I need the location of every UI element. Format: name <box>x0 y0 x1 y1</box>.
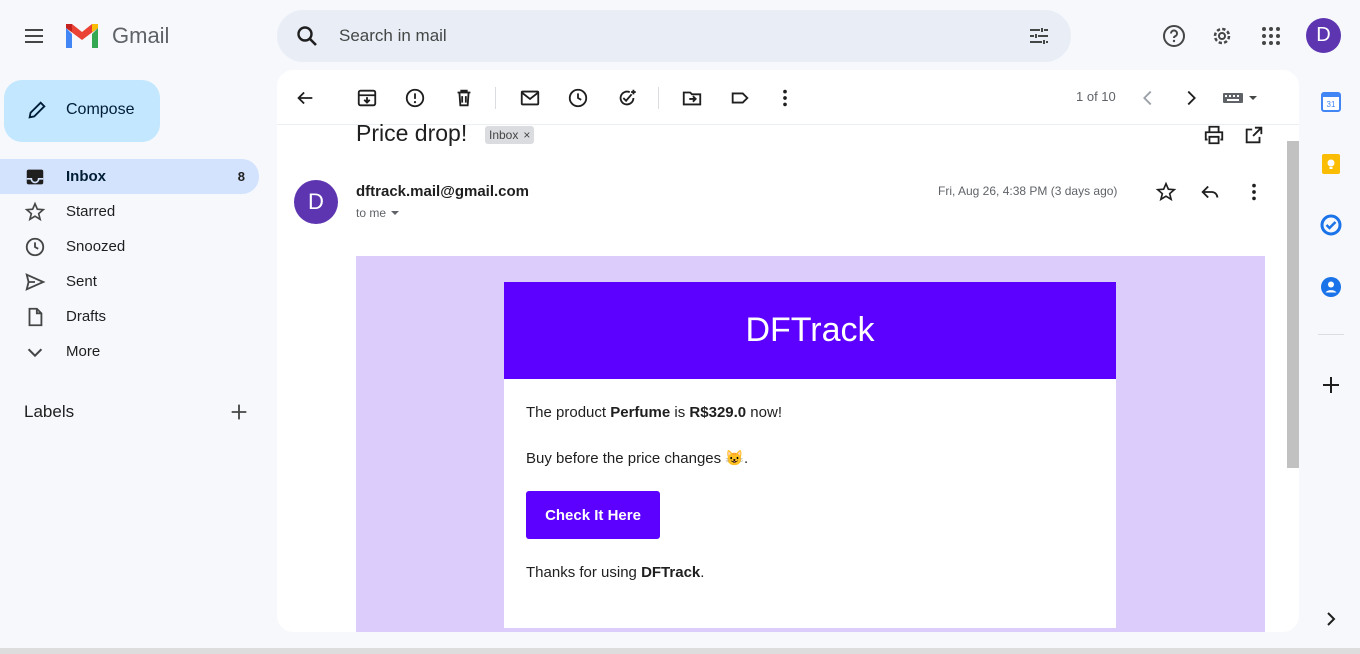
keep-icon[interactable] <box>1320 153 1342 175</box>
back-arrow-icon[interactable] <box>294 87 316 109</box>
sidebar-item-drafts[interactable]: Drafts <box>0 299 259 334</box>
input-tools-keyboard-icon[interactable] <box>1221 87 1261 109</box>
archive-icon[interactable] <box>356 87 378 109</box>
reply-icon[interactable] <box>1199 181 1221 203</box>
check-it-here-button[interactable]: Check It Here <box>526 491 660 539</box>
sidebar-nav: Inbox 8 Starred Snoozed Sent Drafts More <box>0 159 259 369</box>
contacts-icon[interactable] <box>1320 276 1342 298</box>
sender-avatar[interactable]: D <box>294 180 338 224</box>
toolbar-divider <box>495 87 496 109</box>
app-name: Gmail <box>112 23 170 48</box>
hamburger-icon <box>25 29 43 43</box>
search-options-icon[interactable] <box>1027 24 1051 48</box>
sidebar-item-inbox[interactable]: Inbox 8 <box>0 159 259 194</box>
message-toolbar: 1 of 10 <box>277 70 1299 125</box>
message-view: 1 of 10 Price drop! Inbox × D dftrack.ma… <box>277 70 1299 632</box>
compose-button[interactable]: Compose <box>4 80 160 142</box>
thanks-brand: DFTrack <box>641 564 701 581</box>
apps-grid-icon[interactable] <box>1259 24 1283 48</box>
open-new-window-icon[interactable] <box>1243 124 1265 146</box>
snooze-clock-icon[interactable] <box>567 87 589 109</box>
sidebar-item-label: Sent <box>66 273 97 290</box>
sidebar-item-label: More <box>66 343 101 360</box>
message-more-vert-icon[interactable] <box>1243 181 1265 203</box>
svg-text:31: 31 <box>1327 100 1336 109</box>
add-label-icon[interactable] <box>228 401 250 423</box>
sidebar-item-sent[interactable]: Sent <box>0 264 259 299</box>
remove-label-icon[interactable]: × <box>523 128 530 142</box>
gmail-m-icon <box>66 24 98 48</box>
pagination-text: 1 of 10 <box>1076 89 1116 104</box>
draft-icon <box>28 307 43 326</box>
print-icon[interactable] <box>1203 124 1225 146</box>
recipient-details[interactable]: to me <box>356 206 400 220</box>
sidebar-item-snoozed[interactable]: Snoozed <box>0 229 259 264</box>
message-subject: Price drop! <box>356 120 468 146</box>
pencil-icon <box>28 101 46 119</box>
labels-heading: Labels <box>24 402 75 421</box>
add-task-icon[interactable] <box>616 87 638 109</box>
move-to-icon[interactable] <box>681 87 703 109</box>
cat-emoji-icon: 😺 <box>725 450 744 467</box>
mark-unread-icon[interactable] <box>519 87 541 109</box>
sidebar-item-label: Snoozed <box>66 238 126 255</box>
bottom-edge <box>0 648 1360 654</box>
inbox-label-chip: Inbox × <box>485 126 535 144</box>
message-date: Fri, Aug 26, 4:38 PM (3 days ago) <box>938 184 1118 198</box>
label-chip-text: Inbox <box>489 128 519 142</box>
label-tag-icon[interactable] <box>729 87 751 109</box>
clock-icon <box>25 237 45 256</box>
older-chevron-right-icon[interactable] <box>1180 87 1202 109</box>
settings-gear-icon[interactable] <box>1210 24 1234 48</box>
main-menu-button[interactable] <box>22 24 46 48</box>
more-vert-icon[interactable] <box>774 87 796 109</box>
search-input[interactable]: Search in mail <box>339 26 447 46</box>
urgency-message: Buy before the price changes 😺. <box>526 450 749 467</box>
caret-down-icon <box>391 211 400 215</box>
compose-label: Compose <box>66 101 135 118</box>
unread-count: 8 <box>237 169 245 184</box>
calendar-icon[interactable]: 31 <box>1320 91 1342 113</box>
sender-email[interactable]: dftrack.mail@gmail.com <box>356 183 529 200</box>
newer-chevron-left-icon[interactable] <box>1137 87 1159 109</box>
side-panel-divider <box>1318 334 1344 335</box>
search-icon[interactable] <box>295 24 319 48</box>
show-side-panel-chevron-icon[interactable] <box>1320 608 1342 630</box>
account-avatar[interactable]: D <box>1306 18 1341 53</box>
thanks-message: Thanks for using DFTrack. <box>526 564 705 581</box>
star-icon[interactable] <box>1155 181 1177 203</box>
report-spam-icon[interactable] <box>404 87 426 109</box>
search-bar[interactable]: Search in mail <box>277 10 1071 62</box>
product-price: R$329.0 <box>689 404 747 421</box>
sidebar-item-more[interactable]: More <box>0 334 259 369</box>
sidebar-item-label: Drafts <box>66 308 107 325</box>
sidebar-item-label: Inbox <box>66 168 106 185</box>
toolbar-divider <box>658 87 659 109</box>
get-addons-plus-icon[interactable] <box>1320 374 1342 396</box>
email-body-background: DFTrack The product Perfume is R$329.0 n… <box>356 256 1265 632</box>
tasks-icon[interactable] <box>1320 214 1342 236</box>
gmail-logo[interactable]: Gmail <box>64 22 169 50</box>
email-brand-header: DFTrack <box>504 282 1116 379</box>
inbox-icon <box>26 169 44 184</box>
chevron-down-icon <box>27 348 43 357</box>
sidebar-item-starred[interactable]: Starred <box>0 194 259 229</box>
product-name: Perfume <box>610 404 671 421</box>
send-icon <box>25 272 46 291</box>
sidebar-item-label: Starred <box>66 203 116 220</box>
email-card: DFTrack The product Perfume is R$329.0 n… <box>504 282 1116 628</box>
star-icon <box>24 201 46 221</box>
price-message: The product Perfume is R$329.0 now! <box>526 404 782 421</box>
delete-trash-icon[interactable] <box>453 87 475 109</box>
recipient-text: to me <box>356 206 387 220</box>
vertical-scrollbar[interactable] <box>1287 141 1299 468</box>
help-icon[interactable] <box>1162 24 1186 48</box>
